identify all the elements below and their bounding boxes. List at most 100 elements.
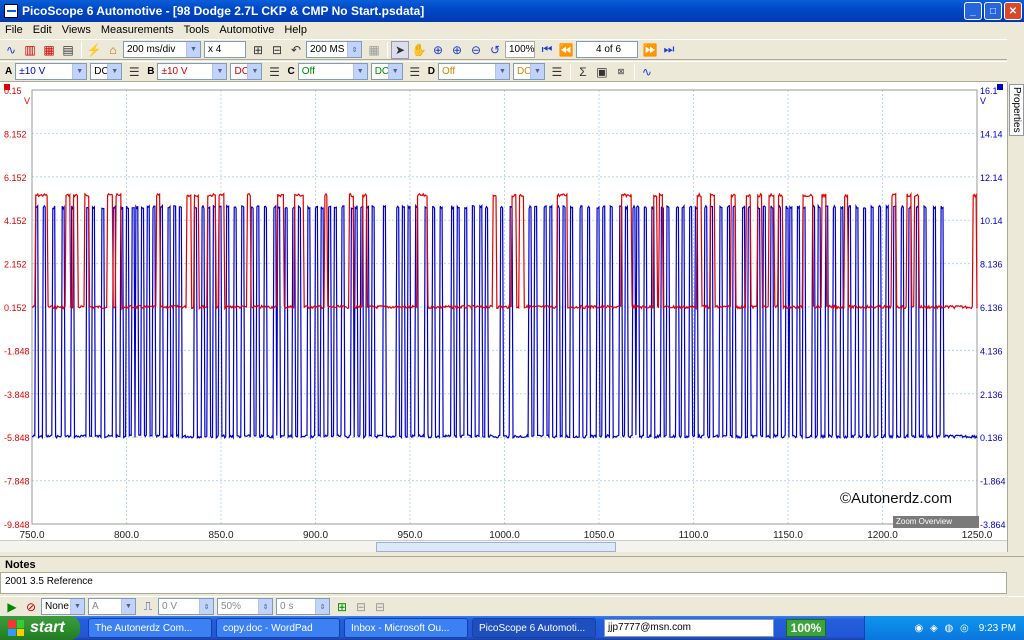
first-buffer-icon[interactable]: ⏮ xyxy=(538,41,556,59)
y-tick-right: 16.1 xyxy=(980,86,998,96)
properties-tab[interactable]: Properties xyxy=(1009,84,1024,136)
channel-a-range[interactable]: ±10 V ▼ xyxy=(15,63,88,80)
channel-a-coupling[interactable]: DC ▼ xyxy=(90,63,123,80)
y-tick-left: -5.848 xyxy=(4,433,30,443)
scope-view[interactable]: 0.15 8.152 6.152 4.152 2.152 0.152 -1.848 -3.84… xyxy=(0,82,1007,552)
y-unit-left: V xyxy=(24,96,30,106)
properties-panel: Properties xyxy=(1007,82,1024,552)
persistence-mode-icon[interactable]: ▦ xyxy=(40,41,58,59)
timebase-select[interactable]: 200 ms/div ▼ xyxy=(123,41,201,58)
channel-c-options-icon[interactable]: ☰ xyxy=(406,63,424,81)
chevron-down-icon: ▼ xyxy=(186,42,200,57)
zoom-in-icon[interactable]: ⊕ xyxy=(448,41,466,59)
channel-d-coupling[interactable]: DC ▼ xyxy=(512,63,545,80)
undo-zoom-icon[interactable]: ↶ xyxy=(287,41,305,59)
scrollbar-thumb[interactable] xyxy=(376,542,616,552)
channel-b-range[interactable]: ±10 V ▼ xyxy=(157,63,228,80)
zoom-out-icon[interactable]: ⊖ xyxy=(467,41,485,59)
channel-b-options-icon[interactable]: ☰ xyxy=(265,63,283,81)
watermark: ©Autonerdz.com xyxy=(840,490,952,507)
channel-b-coupling[interactable]: DC ▼ xyxy=(230,63,263,80)
scope-plot[interactable]: 0.158.1526.1524.1522.1520.152-1.848-3.84… xyxy=(0,82,1007,541)
run-icon[interactable]: ▶ xyxy=(3,598,21,616)
add-ruler-icon[interactable]: ⊞ xyxy=(333,598,351,616)
title-bar: PicoScope 6 Automotive - [98 Dodge 2.7L … xyxy=(0,0,1024,22)
channel-c-range[interactable]: Off ▼ xyxy=(297,63,368,80)
next-buffer-icon[interactable]: ⏩ xyxy=(641,41,659,59)
y-tick-left: 6.152 xyxy=(4,173,27,183)
task-wordpad[interactable]: copy.doc - WordPad xyxy=(216,618,340,638)
buffer-navigator[interactable]: 4 of 6 xyxy=(576,41,638,58)
last-buffer-icon[interactable]: ⏭ xyxy=(660,41,678,59)
stop-icon[interactable]: ⊘ xyxy=(22,598,40,616)
x-tick: 1050.0 xyxy=(584,530,615,540)
y-tick-left: 4.152 xyxy=(4,216,27,226)
y-unit-right: V xyxy=(980,96,986,106)
channel-c-coupling[interactable]: DC ▼ xyxy=(370,63,403,80)
minimize-button[interactable]: _ xyxy=(964,2,982,20)
menu-views[interactable]: Views xyxy=(57,24,96,36)
menu-file[interactable]: File xyxy=(0,24,28,36)
decode-icon[interactable]: ⊠ xyxy=(612,63,630,81)
menu-help[interactable]: Help xyxy=(279,24,312,36)
menu-measurements[interactable]: Measurements xyxy=(96,24,179,36)
trigger-level[interactable]: 0 V ⇕ xyxy=(158,598,214,615)
prev-buffer-icon[interactable]: ⏪ xyxy=(557,41,575,59)
channel-d-label: D xyxy=(427,66,435,77)
y-tick-right: 2.136 xyxy=(980,390,1003,400)
zoom-factor-select[interactable]: x 4 xyxy=(204,41,246,58)
window-title: PicoScope 6 Automotive - [98 Dodge 2.7L … xyxy=(22,4,425,18)
address-toolbar[interactable]: jjp7777@msn.com xyxy=(604,619,774,637)
start-button[interactable]: start xyxy=(0,616,80,640)
zoom-indicator[interactable]: 100% xyxy=(786,619,826,637)
channel-a-label: A xyxy=(5,66,13,77)
zoom-percent[interactable]: 100% xyxy=(505,41,535,58)
scope-mode-icon[interactable]: ∿ xyxy=(2,41,20,59)
notes-text[interactable]: 2001 3.5 Reference xyxy=(0,572,1007,594)
trigger-delay[interactable]: 0 s ⇕ xyxy=(276,598,330,615)
spectrum-mode-icon[interactable]: ▥ xyxy=(21,41,39,59)
reference-icon[interactable]: ▣ xyxy=(593,63,611,81)
trigger-mode-select[interactable]: None ▼ xyxy=(41,598,85,615)
math-sigma-icon[interactable]: Σ xyxy=(574,63,592,81)
pointer-icon[interactable]: ➤ xyxy=(391,40,409,59)
ruler-settings-icon[interactable]: ⊟ xyxy=(371,598,389,616)
channel-d-options-icon[interactable]: ☰ xyxy=(548,63,566,81)
rising-edge-icon[interactable]: ⎍ xyxy=(139,598,157,616)
trigger-channel-select[interactable]: A ▼ xyxy=(88,598,136,615)
minus-icon[interactable]: ⊟ xyxy=(268,41,286,59)
zoom-region-icon[interactable]: ⊕ xyxy=(429,41,447,59)
pre-trigger-percent[interactable]: 50% ⇕ xyxy=(217,598,273,615)
maximize-button[interactable]: □ xyxy=(984,2,1002,20)
x-tick: 900.0 xyxy=(303,530,328,540)
x-tick: 1100.0 xyxy=(679,530,709,540)
task-outlook[interactable]: Inbox - Microsoft Ou... xyxy=(344,618,468,638)
samples-select[interactable]: 200 MS ⇕ xyxy=(306,41,362,58)
channel-a-options-icon[interactable]: ☰ xyxy=(125,63,143,81)
hand-icon[interactable]: ✋ xyxy=(410,41,428,59)
grid-icon[interactable]: ▦ xyxy=(365,41,383,59)
layout-icon[interactable]: ▤ xyxy=(59,41,77,59)
channel-d-range[interactable]: Off ▼ xyxy=(437,63,510,80)
menu-bar: File Edit Views Measurements Tools Autom… xyxy=(0,22,1024,38)
plus-icon[interactable]: ⊞ xyxy=(249,41,267,59)
menu-automotive[interactable]: Automotive xyxy=(214,24,279,36)
x-tick: 850.0 xyxy=(208,530,233,540)
main-toolbar: ∿ ▥ ▦ ▤ ⚡ ⌂ 200 ms/div ▼ x 4 ⊞ ⊟ ↶ 200 MS… xyxy=(0,39,1007,60)
channel-toolbar: A ±10 V ▼ DC ▼ ☰ B ±10 V ▼ DC ▼ ☰ C Off ▼ DC ▼… xyxy=(0,61,1007,82)
x-tick: 750.0 xyxy=(19,530,44,540)
menu-edit[interactable]: Edit xyxy=(28,24,57,36)
horizontal-scrollbar[interactable] xyxy=(0,540,1007,552)
home-icon[interactable]: ⌂ xyxy=(104,41,122,59)
zoom-overview-panel[interactable]: Zoom Overview xyxy=(893,516,979,528)
task-browser[interactable]: The Autonerdz Com... xyxy=(88,618,212,638)
zoom-reset-icon[interactable]: ↺ xyxy=(486,41,504,59)
probe-icon[interactable]: ⚡ xyxy=(85,41,103,59)
ruler-icon[interactable]: ⊟ xyxy=(352,598,370,616)
signal-generator-icon[interactable]: ∿ xyxy=(638,63,656,81)
y-tick-right: 14.14 xyxy=(980,129,1003,139)
menu-tools[interactable]: Tools xyxy=(179,24,215,36)
y-tick-right: 8.136 xyxy=(980,260,1003,270)
task-picoscope[interactable]: PicoScope 6 Automoti... xyxy=(472,618,596,638)
close-button[interactable]: ✕ xyxy=(1004,2,1022,20)
